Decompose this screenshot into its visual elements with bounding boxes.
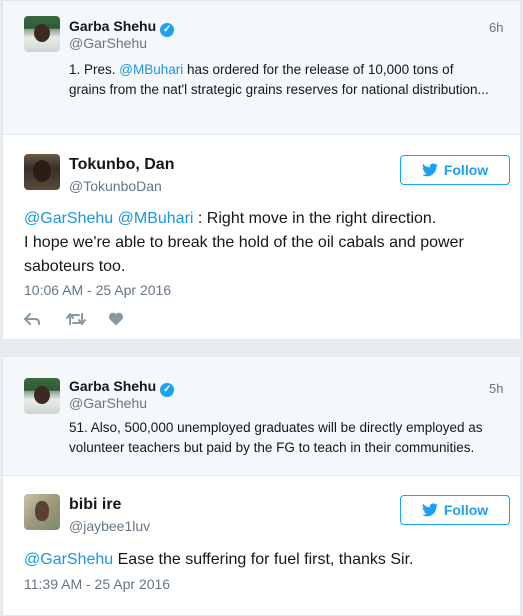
avatar[interactable] [24,16,60,52]
twitter-bird-icon [421,503,438,517]
quoted-timestamp[interactable]: 5h [489,381,503,396]
follow-button[interactable]: Follow [400,155,510,185]
reply-author-handle[interactable]: @jaybee1luv [69,518,150,534]
avatar[interactable] [24,494,60,530]
heart-icon [108,312,124,326]
follow-button[interactable]: Follow [400,495,510,525]
tweet-card-1: Garba Shehu ✓ @GarShehu 6h 1. Pres. @MBuh… [2,0,521,340]
twitter-bird-icon [421,163,438,177]
avatar[interactable] [24,154,60,190]
retweet-button[interactable] [66,309,108,329]
reply-button[interactable] [24,309,66,329]
verified-icon: ✓ [160,383,175,397]
quoted-tweet-text: 51. Also, 500,000 unemployed graduates w… [69,420,483,455]
follow-label: Follow [443,502,489,518]
quoted-tweet[interactable]: Garba Shehu ✓ @GarShehu 5h 51. Also, 500,… [3,357,520,476]
like-button[interactable] [108,309,150,329]
reply-icon [24,313,40,325]
avatar[interactable] [24,378,60,414]
tweet-actions [24,309,150,329]
reply-author-name[interactable]: bibi ire [69,496,121,514]
reply-author-name[interactable]: Tokunbo, Dan [69,156,174,174]
reply-author-handle[interactable]: @TokunboDan [69,178,162,194]
reply-tweet-text: @GarShehu @MBuhari : Right move in the r… [24,210,464,275]
verified-icon: ✓ [160,23,175,37]
follow-label: Follow [443,162,489,178]
mention-link[interactable]: @GarShehu [24,210,113,227]
mention-link[interactable]: @MBuhari [118,210,194,227]
quoted-timestamp[interactable]: 6h [489,20,503,35]
quoted-author-handle[interactable]: @GarShehu [69,35,147,51]
quoted-tweet-text: 1. Pres. @MBuhari has ordered for the re… [69,62,489,97]
quoted-author-handle[interactable]: @GarShehu [69,395,147,411]
retweet-icon [66,313,86,325]
mention-link[interactable]: @MBuhari [119,62,183,77]
quoted-tweet[interactable]: Garba Shehu ✓ @GarShehu 6h 1. Pres. @MBuh… [3,1,520,135]
mention-link[interactable]: @GarShehu [24,551,113,568]
reply-timestamp[interactable]: 11:39 AM - 25 Apr 2016 [24,576,170,592]
reply-timestamp[interactable]: 10:06 AM - 25 Apr 2016 [24,282,171,298]
tweet-card-2: Garba Shehu ✓ @GarShehu 5h 51. Also, 500,… [2,356,521,616]
reply-tweet-text: @GarShehu Ease the suffering for fuel fi… [24,551,414,568]
